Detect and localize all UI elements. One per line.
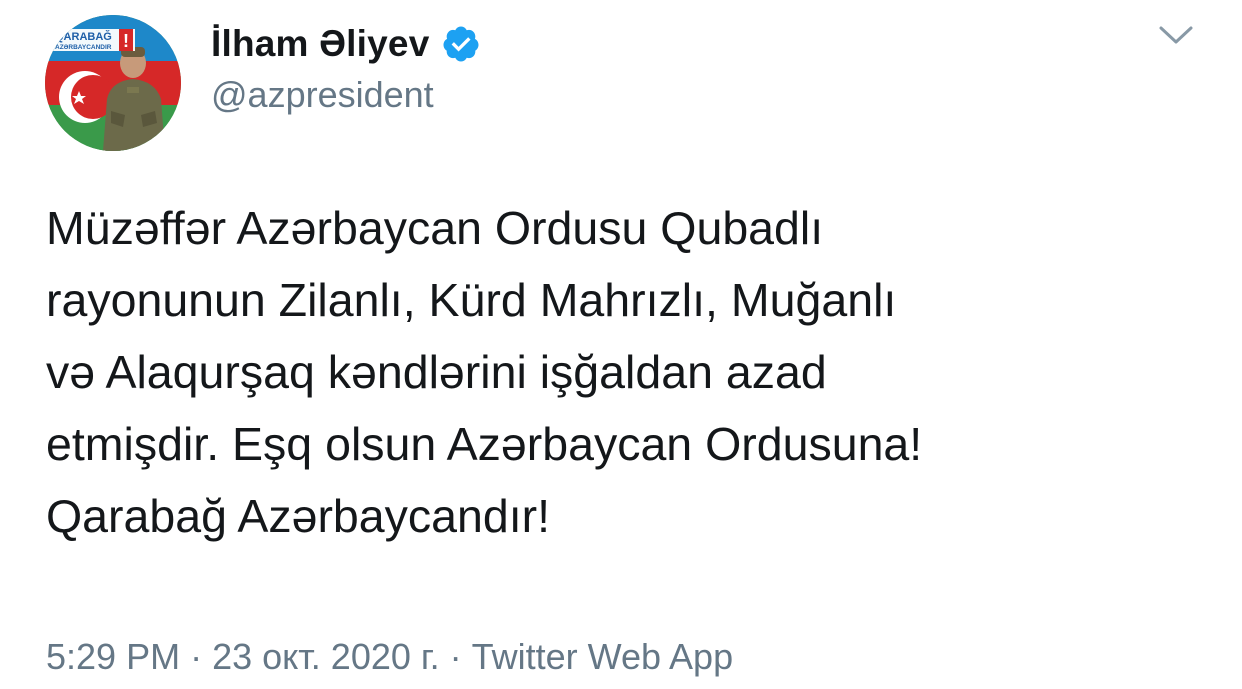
meta-separator: ·	[449, 636, 462, 677]
author-avatar[interactable]: QARABAĞ AZƏRBAYCANDIR !	[45, 15, 181, 151]
svg-text:!: !	[123, 31, 129, 51]
tweet-time[interactable]: 5:29 PM	[46, 636, 180, 677]
chevron-down-icon[interactable]	[1157, 22, 1195, 48]
author-handle[interactable]: @azpresident	[211, 74, 481, 116]
author-info: İlham Əliyev @azpresident	[211, 18, 481, 116]
verified-badge-icon	[441, 24, 481, 64]
tweet: QARABAĞ AZƏRBAYCANDIR ! İlham Əliyev @az…	[0, 0, 1242, 689]
meta-separator: ·	[190, 636, 203, 677]
author-display-name[interactable]: İlham Əliyev	[211, 23, 429, 65]
svg-text:AZƏRBAYCANDIR: AZƏRBAYCANDIR	[55, 44, 112, 51]
name-row: İlham Əliyev	[211, 18, 481, 70]
tweet-metadata: 5:29 PM · 23 окт. 2020 г. · Twitter Web App	[46, 630, 733, 684]
tweet-text: Müzəffər Azərbaycan Ordusu Qubadlı rayon…	[46, 202, 923, 542]
tweet-source-link[interactable]: Twitter Web App	[472, 636, 733, 677]
svg-text:QARABAĞ: QARABAĞ	[55, 30, 112, 43]
tweet-date[interactable]: 23 окт. 2020 г.	[212, 636, 440, 677]
avatar-image: QARABAĞ AZƏRBAYCANDIR !	[45, 15, 181, 151]
